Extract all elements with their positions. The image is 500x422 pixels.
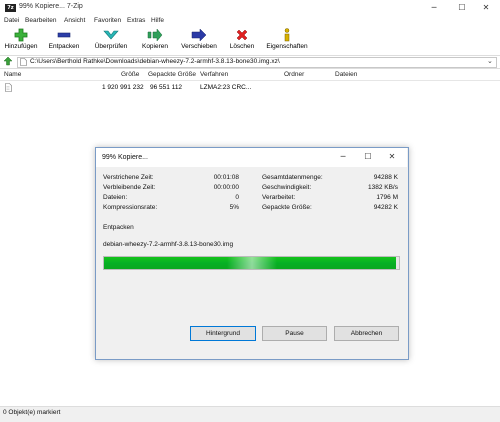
up-folder-icon[interactable] — [3, 56, 13, 68]
column-name[interactable]: Name — [4, 71, 21, 78]
packed-size-label: Gepackte Größe: — [262, 204, 312, 211]
compression-ratio-label: Kompressionsrate: — [103, 204, 158, 211]
path-text: C:\Users\Berthold Rathke\Downloads\debia… — [30, 57, 280, 65]
close-button[interactable]: ✕ — [472, 1, 500, 15]
column-header-row — [0, 70, 500, 81]
minimize-button[interactable]: ─ — [420, 1, 448, 15]
delete-x-icon — [232, 28, 252, 42]
dialog-close-button[interactable]: ✕ — [380, 150, 404, 164]
app-icon: 7z — [5, 4, 16, 12]
path-dropdown-icon[interactable]: ⌄ — [487, 57, 493, 65]
row-method: LZMA2:23 CRC... — [200, 84, 252, 91]
progress-bar — [103, 256, 400, 270]
check-icon — [101, 28, 121, 42]
speed-label: Geschwindigkeit: — [262, 184, 312, 191]
menu-extras[interactable]: Extras — [127, 17, 145, 24]
remaining-time-label: Verbleibende Zeit: — [103, 184, 156, 191]
properties-label: Eigenschaften — [266, 43, 308, 50]
move-arrow-icon — [189, 28, 209, 42]
processed-label: Verarbeitet: — [262, 194, 296, 201]
compression-ratio-value: 5% — [229, 204, 239, 211]
dialog-minimize-button[interactable]: ─ — [331, 150, 355, 164]
column-method[interactable]: Verfahren — [200, 71, 228, 78]
file-icon[interactable] — [5, 83, 12, 94]
test-button[interactable]: Überprüfen — [89, 28, 133, 50]
test-label: Überprüfen — [94, 43, 128, 50]
column-packed[interactable]: Gepackte Größe — [148, 71, 196, 78]
row-packed: 96 551 112 — [150, 84, 183, 91]
elapsed-time-label: Verstrichene Zeit: — [103, 174, 154, 181]
pause-button[interactable]: Pause — [262, 326, 327, 341]
copy-label: Kopieren — [141, 43, 169, 50]
progress-bar-shine — [226, 257, 277, 269]
current-file-name: debian-wheezy-7.2-armhf-3.8.13-bone30.im… — [103, 241, 234, 248]
cancel-button[interactable]: Abbrechen — [334, 326, 399, 341]
window-title: 99% Kopiere... 7-Zip — [19, 3, 83, 10]
status-bar — [0, 406, 500, 422]
copy-button[interactable]: Kopieren — [136, 28, 174, 50]
menu-ansicht[interactable]: Ansicht — [64, 17, 85, 24]
extract-label: Entpacken — [48, 43, 80, 50]
operation-label: Entpacken — [103, 224, 134, 231]
menu-hilfe[interactable]: Hilfe — [151, 17, 164, 24]
menu-bearbeiten[interactable]: Bearbeiten — [25, 17, 56, 24]
total-size-label: Gesamtdatenmenge: — [262, 174, 323, 181]
info-icon — [277, 28, 297, 42]
add-button[interactable]: Hinzufügen — [2, 28, 40, 50]
row-size: 1 920 991 232 — [102, 84, 144, 91]
move-button[interactable]: Verschieben — [177, 28, 221, 50]
dialog-title: 99% Kopiere... — [102, 154, 148, 161]
column-size[interactable]: Größe — [121, 71, 139, 78]
column-files[interactable]: Dateien — [335, 71, 357, 78]
archive-file-icon — [20, 58, 27, 68]
remaining-time-value: 00:00:00 — [213, 184, 239, 191]
files-value: 0 — [235, 194, 239, 201]
minus-icon — [54, 28, 74, 42]
copy-arrow-icon — [145, 28, 165, 42]
move-label: Verschieben — [181, 43, 217, 50]
add-label: Hinzufügen — [4, 43, 38, 50]
plus-icon — [11, 28, 31, 42]
files-label: Dateien: — [103, 194, 128, 201]
properties-button[interactable]: Eigenschaften — [263, 28, 311, 50]
menu-favoriten[interactable]: Favoriten — [94, 17, 121, 24]
speed-value: 1382 KB/s — [368, 184, 398, 191]
background-button[interactable]: Hintergrund — [190, 326, 256, 341]
column-folders[interactable]: Ordner — [284, 71, 304, 78]
delete-button[interactable]: Löschen — [226, 28, 258, 50]
progress-bar-fill — [104, 257, 397, 269]
menu-datei[interactable]: Datei — [4, 17, 19, 24]
total-size-value: 94288 K — [373, 174, 398, 181]
dialog-maximize-button[interactable]: ☐ — [356, 150, 380, 164]
extract-button[interactable]: Entpacken — [45, 28, 83, 50]
status-text: 0 Objekt(e) markiert — [3, 409, 61, 416]
delete-label: Löschen — [229, 43, 255, 50]
elapsed-time-value: 00:01:08 — [213, 174, 239, 181]
processed-value: 1796 M — [376, 194, 398, 201]
packed-size-value: 94282 K — [373, 204, 398, 211]
